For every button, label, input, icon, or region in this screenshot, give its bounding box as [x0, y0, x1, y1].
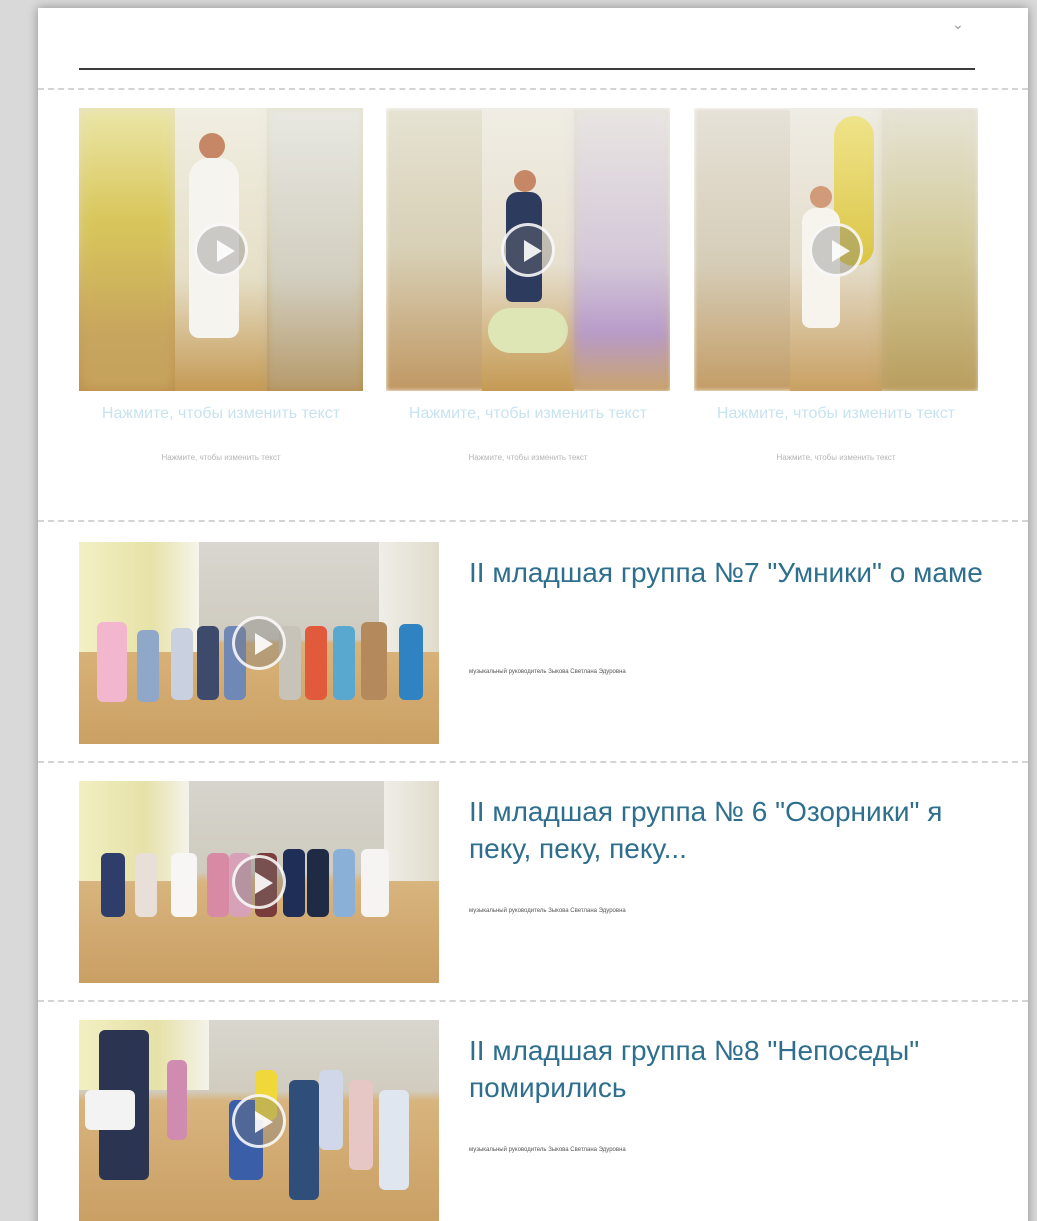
section-divider [79, 68, 975, 70]
play-icon[interactable] [194, 222, 248, 277]
video-list-item[interactable]: II младшая группа №8 "Непоседы" помирили… [79, 1020, 979, 1221]
video-thumbnail[interactable] [79, 1020, 439, 1221]
card-title[interactable]: Нажмите, чтобы изменить текст [386, 403, 670, 425]
card-subtitle[interactable]: Нажмите, чтобы изменить текст [386, 453, 670, 463]
video-list-item[interactable]: II младшая группа №7 "Умники" о маме муз… [79, 542, 983, 744]
video-thumbnail[interactable] [79, 781, 439, 983]
video-list-item[interactable]: II младшая группа № 6 "Озорники" я пеку,… [79, 781, 979, 983]
video-title[interactable]: II младшая группа №7 "Умники" о маме [469, 554, 989, 591]
dashed-divider [38, 1000, 1028, 1002]
video-title[interactable]: II младшая группа №8 "Непоседы" помирили… [469, 1032, 989, 1106]
play-icon[interactable] [232, 1094, 286, 1148]
video-subtitle: музыкальный руководитель Зыкова Светлана… [469, 1147, 626, 1153]
card-subtitle[interactable]: Нажмите, чтобы изменить текст [79, 453, 363, 463]
card-title[interactable]: Нажмите, чтобы изменить текст [79, 403, 363, 425]
play-icon[interactable] [232, 616, 286, 670]
dashed-divider [38, 520, 1028, 522]
chevron-down-icon[interactable]: ⌄ [948, 14, 968, 34]
gallery-card[interactable]: Нажмите, чтобы изменить текст Нажмите, ч… [694, 108, 978, 463]
dashed-divider [38, 88, 1028, 90]
dashed-divider [38, 761, 1028, 763]
video-thumbnail[interactable] [79, 108, 363, 391]
play-icon[interactable] [501, 222, 555, 277]
gallery-card[interactable]: Нажмите, чтобы изменить текст Нажмите, ч… [79, 108, 363, 463]
video-title[interactable]: II младшая группа № 6 "Озорники" я пеку,… [469, 793, 989, 867]
video-subtitle: музыкальный руководитель Зыкова Светлана… [469, 669, 626, 675]
content-panel: ⌄ Нажмите, чтобы изменить текст Нажмите,… [38, 8, 1028, 1221]
play-icon[interactable] [232, 855, 286, 909]
video-thumbnail[interactable] [79, 542, 439, 744]
play-icon[interactable] [809, 222, 863, 277]
video-thumbnail[interactable] [694, 108, 978, 391]
card-title[interactable]: Нажмите, чтобы изменить текст [694, 403, 978, 425]
card-subtitle[interactable]: Нажмите, чтобы изменить текст [694, 453, 978, 463]
video-subtitle: музыкальный руководитель Зыкова Светлана… [469, 908, 626, 914]
gallery-card[interactable]: Нажмите, чтобы изменить текст Нажмите, ч… [386, 108, 670, 463]
video-thumbnail[interactable] [386, 108, 670, 391]
